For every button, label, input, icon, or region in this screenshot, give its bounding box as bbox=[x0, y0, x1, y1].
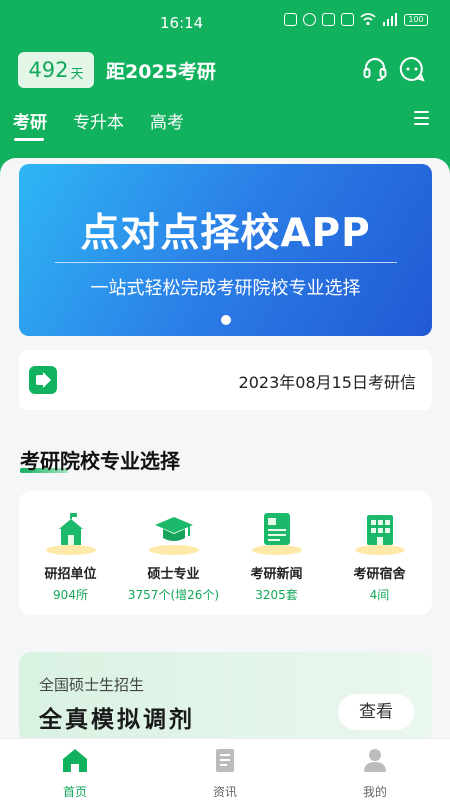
nav-item-news[interactable]: 资讯 bbox=[175, 747, 275, 800]
nfc-icon bbox=[284, 13, 297, 26]
countdown-badge[interactable]: 492 天 bbox=[18, 52, 94, 88]
promo-subtitle: 全国硕士生招生 bbox=[39, 676, 145, 694]
app-header: 492 天 距2025考研 bbox=[0, 48, 450, 92]
building-icon bbox=[354, 509, 405, 555]
nav-label: 首页 bbox=[62, 785, 87, 799]
grid-item-count: 3757个(增26个) bbox=[127, 588, 220, 602]
tab-gaokao[interactable]: 高考 bbox=[150, 108, 184, 133]
banner-title: 点对点择校APP bbox=[80, 211, 371, 256]
graduation-cap-icon bbox=[148, 509, 199, 555]
mute-icon bbox=[341, 13, 354, 26]
countdown-unit: 天 bbox=[70, 67, 84, 82]
banner-indicator-dot bbox=[221, 315, 231, 325]
status-bar: 16:14 100 bbox=[0, 0, 450, 44]
feature-grid: 研招单位 904所 硕士专业 3757个(增26个) 考研新闻 3205套 考研… bbox=[19, 491, 432, 615]
section-title: 考研院校专业选择 bbox=[20, 449, 180, 473]
grid-item-label: 硕士专业 bbox=[147, 567, 200, 582]
grid-item-schools[interactable]: 研招单位 904所 bbox=[19, 509, 122, 603]
grid-item-majors[interactable]: 硕士专业 3757个(增26个) bbox=[122, 509, 225, 603]
chat-icon[interactable] bbox=[399, 56, 425, 82]
grid-item-label: 研招单位 bbox=[44, 567, 97, 582]
category-tabs: 考研 专升本 高考 bbox=[0, 102, 450, 142]
adjustment-promo-card[interactable]: 全国硕士生招生 全真模拟调剂 查看 bbox=[19, 652, 432, 742]
bottom-nav: 首页 资讯 我的 bbox=[0, 738, 450, 800]
signal-icon bbox=[383, 13, 397, 26]
banner-subtitle: 一站式轻松完成考研院校专业选择 bbox=[90, 278, 361, 299]
promo-title: 全真模拟调剂 bbox=[39, 707, 195, 733]
battery-icon: 100 bbox=[404, 13, 428, 26]
countdown-label: 距2025考研 bbox=[106, 61, 216, 83]
home-icon bbox=[63, 749, 87, 772]
promo-banner[interactable]: 点对点择校APP 一站式轻松完成考研院校专业选择 bbox=[19, 164, 432, 336]
grid-item-dorms[interactable]: 考研宿舍 4间 bbox=[328, 509, 431, 603]
newspaper-icon bbox=[251, 509, 302, 555]
grid-item-count: 4间 bbox=[369, 588, 390, 602]
grid-item-count: 3205套 bbox=[255, 588, 298, 602]
grid-item-news[interactable]: 考研新闻 3205套 bbox=[225, 509, 328, 603]
countdown-days: 492 bbox=[28, 58, 69, 82]
grid-item-label: 考研新闻 bbox=[250, 567, 303, 582]
document-icon bbox=[216, 749, 234, 772]
nav-item-profile[interactable]: 我的 bbox=[325, 747, 425, 800]
school-building-icon bbox=[45, 509, 96, 555]
alarm-icon bbox=[303, 13, 316, 26]
status-icons: 100 bbox=[284, 13, 428, 26]
tab-zhuanshengben[interactable]: 专升本 bbox=[73, 108, 124, 133]
nav-label: 我的 bbox=[362, 785, 387, 799]
status-time: 16:14 bbox=[160, 14, 204, 32]
headset-icon[interactable] bbox=[362, 56, 388, 82]
vibrate-icon bbox=[322, 13, 335, 26]
nav-item-home[interactable]: 首页 bbox=[25, 747, 125, 800]
view-button[interactable]: 查看 bbox=[338, 694, 414, 730]
menu-icon[interactable] bbox=[414, 111, 429, 125]
wifi-icon bbox=[360, 13, 376, 26]
notice-bar[interactable]: 2023年08月15日考研信 bbox=[19, 350, 432, 410]
tab-kaoyan[interactable]: 考研 bbox=[13, 108, 47, 133]
nav-label: 资讯 bbox=[212, 785, 237, 799]
banner-divider bbox=[55, 262, 397, 263]
notice-text: 2023年08月15日考研信 bbox=[238, 373, 416, 392]
user-icon bbox=[364, 749, 386, 772]
grid-item-count: 904所 bbox=[53, 588, 88, 602]
grid-item-label: 考研宿舍 bbox=[353, 567, 406, 582]
megaphone-icon bbox=[29, 366, 57, 394]
tab-underline bbox=[14, 138, 44, 141]
